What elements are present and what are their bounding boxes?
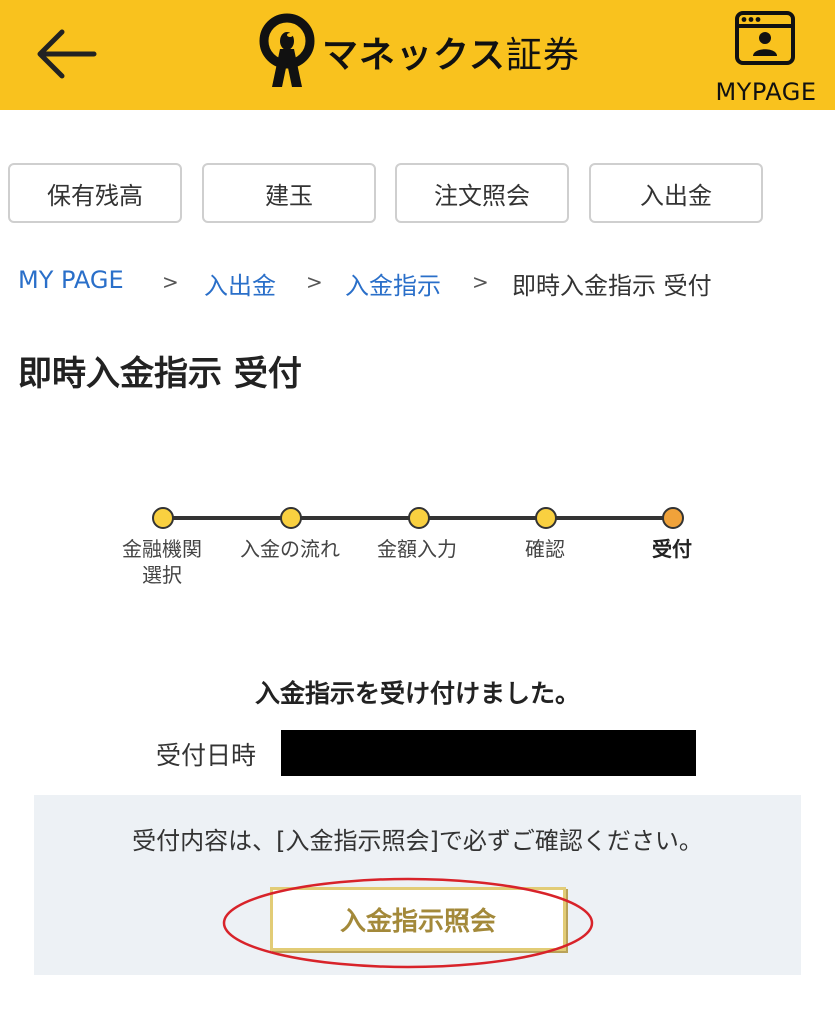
- tab-order-inquiry[interactable]: 注文照会: [395, 163, 569, 223]
- tab-deposit-withdrawal[interactable]: 入出金: [589, 163, 763, 223]
- tab-holdings[interactable]: 保有残高: [8, 163, 182, 223]
- brand-name: マネックス証券: [322, 35, 580, 76]
- breadcrumb-mypage[interactable]: MY PAGE: [18, 266, 124, 294]
- breadcrumb-separator: >: [472, 270, 489, 294]
- mypage-button[interactable]: MYPAGE: [706, 8, 826, 106]
- profile-window-icon: [735, 11, 795, 65]
- tab-positions[interactable]: 建玉: [202, 163, 376, 223]
- step-dot-deposit-flow: [280, 507, 302, 529]
- step-label-deposit-flow: 入金の流れ: [240, 537, 340, 561]
- deposit-instruction-inquiry-button[interactable]: 入金指示照会: [270, 887, 566, 951]
- monex-logo-mark-icon: [259, 13, 315, 87]
- step-dot-confirm: [535, 507, 557, 529]
- arrow-left-icon: [37, 29, 97, 79]
- breadcrumb-deposit-instruction[interactable]: 入金指示: [345, 266, 441, 301]
- back-button[interactable]: [34, 26, 98, 82]
- breadcrumb-current: 即時入金指示 受付: [512, 272, 712, 300]
- step-label-amount-input: 金額入力: [377, 537, 457, 561]
- mypage-label: MYPAGE: [715, 78, 817, 106]
- notice-text: 受付内容は、[入金指示照会]で必ずご確認ください。: [132, 827, 703, 855]
- page-title: 即時入金指示 受付: [18, 354, 302, 394]
- accepted-message: 入金指示を受け付けました。: [254, 679, 580, 708]
- step-label-confirm: 確認: [525, 537, 565, 561]
- monex-logo[interactable]: マネックス証券: [258, 12, 580, 92]
- breadcrumb-deposit-withdrawal[interactable]: 入出金: [204, 266, 276, 301]
- notice-box: 受付内容は、[入金指示照会]で必ずご確認ください。 入金指示照会: [34, 795, 801, 975]
- step-dot-amount-input: [408, 507, 430, 529]
- breadcrumb-separator: >: [162, 270, 179, 294]
- step-dot-accepted: [662, 507, 684, 529]
- breadcrumb-separator: >: [306, 270, 323, 294]
- accepted-datetime-label: 受付日時: [156, 741, 257, 770]
- step-label-bank-select: 金融機関 選択: [122, 537, 202, 587]
- accepted-datetime-redacted: [281, 730, 696, 776]
- step-dot-bank-select: [152, 507, 174, 529]
- app-header: マネックス証券 MYPAGE: [0, 0, 835, 110]
- step-label-accepted: 受付: [652, 537, 692, 561]
